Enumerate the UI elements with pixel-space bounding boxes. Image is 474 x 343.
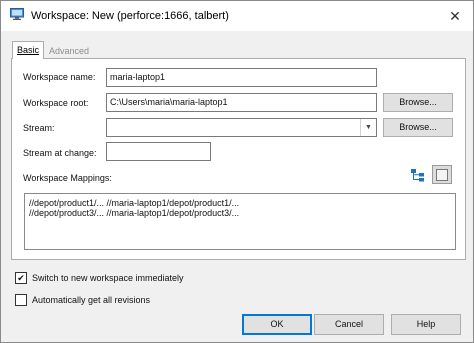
mapping-line: //depot/product1/... //maria-laptop1/dep… <box>29 198 240 208</box>
text-view-button[interactable] <box>432 165 452 184</box>
chevron-down-icon[interactable]: ▼ <box>360 119 376 136</box>
workspace-name-label: Workspace name: <box>23 72 96 82</box>
title-bar: Workspace: New (perforce:1666, talbert) … <box>1 1 473 31</box>
stream-combobox[interactable]: ▼ <box>106 118 377 137</box>
cancel-button[interactable]: Cancel <box>314 314 384 335</box>
workspace-dialog: Workspace: New (perforce:1666, talbert) … <box>0 0 474 343</box>
help-button[interactable]: Help <box>391 314 461 335</box>
ok-button[interactable]: OK <box>242 314 312 335</box>
switch-workspace-label: Switch to new workspace immediately <box>32 273 184 283</box>
mapping-line: //depot/product3/... //maria-laptop1/dep… <box>29 208 240 218</box>
close-button[interactable]: ✕ <box>443 4 467 28</box>
get-revisions-label: Automatically get all revisions <box>32 295 151 305</box>
workspace-mappings-label: Workspace Mappings: <box>23 173 112 183</box>
text-view-icon <box>436 168 448 181</box>
stream-label: Stream: <box>23 123 55 133</box>
tab-basic[interactable]: Basic <box>12 41 45 59</box>
switch-workspace-checkbox[interactable]: ✔ <box>15 272 27 284</box>
tree-view-icon <box>411 168 424 181</box>
window-title: Workspace: New (perforce:1666, talbert) <box>31 10 229 22</box>
workspace-root-label: Workspace root: <box>23 98 89 108</box>
get-revisions-checkbox[interactable] <box>15 294 27 306</box>
stream-at-change-input[interactable] <box>106 142 211 161</box>
monitor-icon <box>10 8 24 20</box>
stream-at-change-label: Stream at change: <box>23 148 97 158</box>
browse-root-button[interactable]: Browse... <box>383 93 453 112</box>
workspace-root-input[interactable]: C:\Users\maria\maria-laptop1 <box>106 93 377 112</box>
workspace-name-input[interactable]: maria-laptop1 <box>106 68 377 87</box>
workspace-mappings-textarea[interactable]: //depot/product1/... //maria-laptop1/dep… <box>24 193 456 250</box>
browse-stream-button[interactable]: Browse... <box>383 118 453 137</box>
close-icon: ✕ <box>449 7 461 24</box>
tree-view-button[interactable] <box>409 166 426 183</box>
